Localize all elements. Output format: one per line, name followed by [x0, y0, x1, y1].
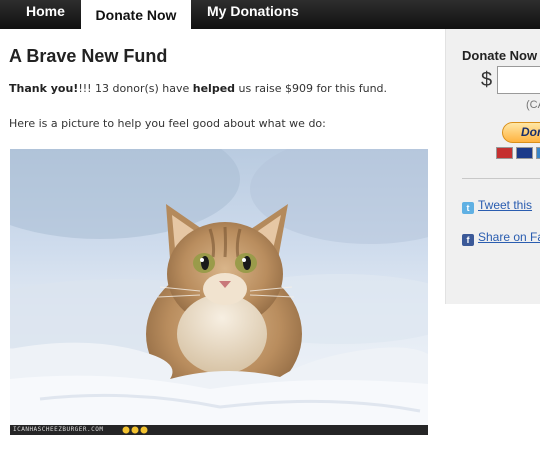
facebook-label: Share on Fac: [478, 230, 540, 244]
thanks-lead: Thank you!: [9, 82, 79, 95]
sidebar-title: Donate Now w: [462, 48, 540, 63]
dollar-sign: $: [481, 69, 493, 91]
twitter-icon: t: [462, 202, 474, 214]
sidebar-divider: [462, 178, 540, 179]
picture-intro: Here is a picture to help you feel good …: [9, 117, 326, 130]
share-facebook-link[interactable]: f Share on Fac: [462, 230, 540, 246]
helped-text: helped: [192, 82, 236, 95]
amex-icon: [536, 147, 540, 159]
visa-icon: [516, 147, 533, 159]
raise-text: us raise $909 for this fund.: [235, 82, 388, 95]
credit-smiley-icons: [122, 426, 148, 434]
tweet-label: Tweet this: [478, 198, 533, 212]
tweet-this-link[interactable]: t Tweet this: [462, 198, 532, 214]
page-title: A Brave New Fund: [9, 46, 168, 66]
currency-note: (CA: [526, 99, 540, 111]
paypal-donate-button[interactable]: Dor: [502, 122, 540, 143]
photo-illustration: [10, 149, 428, 435]
donate-sidebar: Donate Now w $ (CA Dor t Tweet this f Shar…: [445, 29, 540, 304]
cat-in-snow-photo: ICANHASCHEEZBURGER.COM: [10, 149, 428, 435]
tab-my-donations[interactable]: My Donations: [207, 0, 299, 29]
mastercard-icon: [496, 147, 513, 159]
top-nav: Home Donate Now My Donations: [0, 0, 540, 31]
tab-home[interactable]: Home: [26, 0, 65, 29]
donation-summary: Thank you!!!! 13 donor(s) have helped us…: [9, 82, 387, 95]
tab-donate-now[interactable]: Donate Now: [81, 0, 191, 31]
donation-amount-input[interactable]: [497, 66, 540, 94]
facebook-icon: f: [462, 234, 474, 246]
photo-credit: ICANHASCHEEZBURGER.COM: [13, 426, 104, 433]
thanks-text: !!! 13 donor(s) have: [78, 82, 193, 95]
